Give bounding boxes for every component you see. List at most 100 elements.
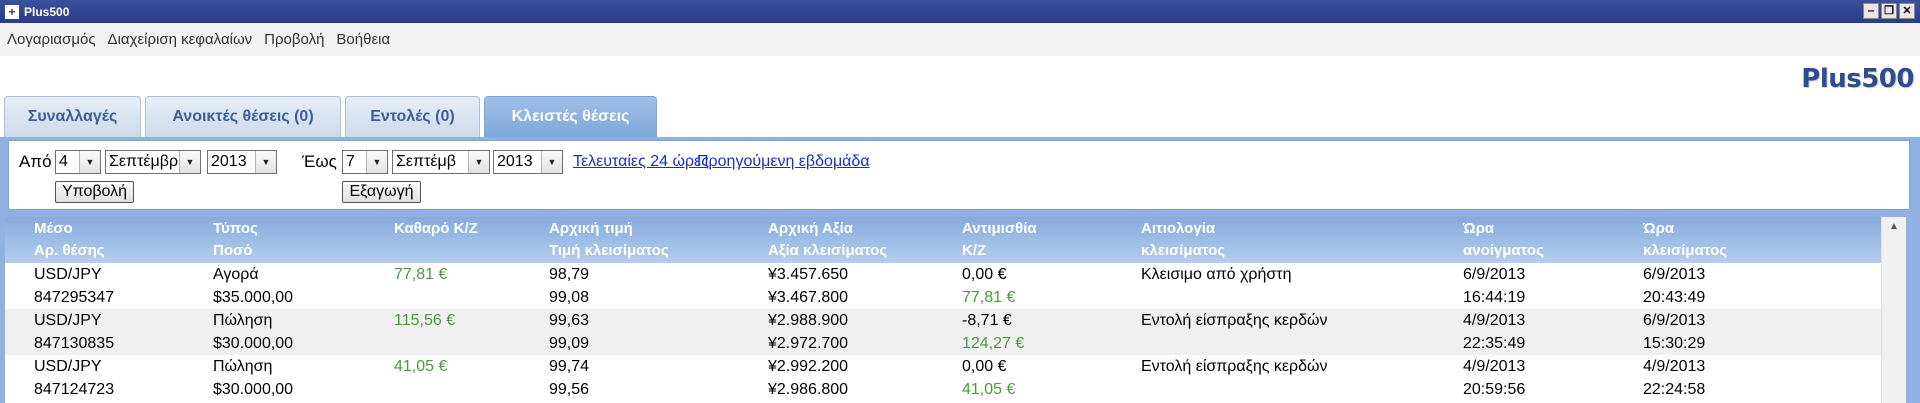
col-header-position-no[interactable]: Αρ. θέσης bbox=[34, 240, 105, 262]
to-label: Έως bbox=[302, 152, 337, 171]
cell-commission: -8,71 € bbox=[962, 312, 1012, 329]
to-day-select[interactable]: 7 ▼ bbox=[342, 150, 388, 174]
col-header-amount[interactable]: Ποσό bbox=[213, 240, 252, 262]
cell-open-price: 98,79 bbox=[549, 266, 590, 283]
cell-open-date: 6/9/2013 bbox=[1463, 266, 1526, 283]
cell-net-pl: 115,56 € bbox=[394, 312, 456, 329]
export-button[interactable]: Εξαγωγή bbox=[342, 181, 421, 203]
cell-net-pl: 41,05 € bbox=[394, 358, 448, 375]
cell-commission: 0,00 € bbox=[962, 358, 1007, 375]
cell-close-value: ¥2.972.700 bbox=[768, 335, 849, 352]
app-icon: + bbox=[5, 4, 19, 19]
title-bar: + Plus500 ‒ ❐ ✕ bbox=[0, 0, 1920, 23]
col-header-close-value[interactable]: Αξία κλεισίματος bbox=[768, 240, 887, 262]
col-header-pl[interactable]: Κ/Ζ bbox=[962, 240, 986, 262]
col-header-open-time-2[interactable]: ανοίγματος bbox=[1463, 240, 1544, 262]
scroll-up-arrow-icon[interactable]: ▲ bbox=[1882, 217, 1906, 237]
cell-instrument: USD/JPY bbox=[34, 358, 102, 375]
cell-pl: 41,05 € bbox=[962, 381, 1016, 398]
cell-close-time: 22:24:58 bbox=[1643, 381, 1706, 398]
cell-amount: $30.000,00 bbox=[213, 381, 294, 398]
cell-net-pl: 77,81 € bbox=[394, 266, 448, 283]
from-label: Από bbox=[19, 152, 52, 171]
from-month-select[interactable]: Σεπτέμβρ ▼ bbox=[105, 150, 201, 174]
chevron-down-icon: ▼ bbox=[179, 151, 200, 173]
col-header-net-pl[interactable]: Καθαρό Κ/Ζ bbox=[394, 218, 478, 240]
plus500-logo: Plus500 bbox=[1801, 64, 1914, 94]
col-header-close-reason[interactable]: Αιτιολογία bbox=[1141, 218, 1215, 240]
cell-close-price: 99,56 bbox=[549, 381, 590, 398]
col-header-commission[interactable]: Αντιμισθία bbox=[962, 218, 1037, 240]
cell-close-reason: Κλεισιμο από χρήστη bbox=[1141, 266, 1292, 283]
table-row[interactable]: USD/JPY 847295347 Αγορά $35.000,00 77,81… bbox=[5, 263, 1881, 309]
cell-close-date: 4/9/2013 bbox=[1643, 358, 1706, 375]
cell-open-time: 22:35:49 bbox=[1463, 335, 1526, 352]
cell-amount: $30.000,00 bbox=[213, 335, 294, 352]
cell-instrument: USD/JPY bbox=[34, 312, 102, 329]
chevron-down-icon: ▼ bbox=[366, 151, 387, 173]
table-vertical-scrollbar[interactable]: ▲ bbox=[1881, 217, 1906, 403]
cell-type: Πώληση bbox=[213, 312, 273, 329]
menu-funds-management[interactable]: Διαχείριση κεφαλαίων bbox=[108, 31, 253, 48]
col-header-open-value[interactable]: Αρχική Αξία bbox=[768, 218, 853, 240]
cell-type: Αγορά bbox=[213, 266, 259, 283]
close-button[interactable]: ✕ bbox=[1899, 3, 1915, 19]
cell-open-price: 99,63 bbox=[549, 312, 590, 329]
cell-type: Πώληση bbox=[213, 358, 273, 375]
col-header-close-price[interactable]: Τιμή κλεισίματος bbox=[549, 240, 669, 262]
col-header-close-reason-2[interactable]: κλεισίματος bbox=[1141, 240, 1225, 262]
menu-account[interactable]: Λογαριασμός bbox=[7, 31, 96, 48]
closed-positions-table: Μέσο Αρ. θέσης Τύπος Ποσό Καθαρό Κ/Ζ Αρχ… bbox=[5, 217, 1881, 403]
cell-pl: 124,27 € bbox=[962, 335, 1025, 352]
from-day-select[interactable]: 4 ▼ bbox=[55, 150, 101, 174]
cell-close-price: 99,08 bbox=[549, 289, 590, 306]
cell-amount: $35.000,00 bbox=[213, 289, 294, 306]
previous-week-link[interactable]: Προηγούμενη εβδομάδα bbox=[697, 153, 870, 171]
col-header-open-time[interactable]: Ώρα bbox=[1463, 218, 1494, 240]
menu-help[interactable]: Βοήθεια bbox=[336, 31, 390, 48]
cell-pl: 77,81 € bbox=[962, 289, 1016, 306]
cell-open-price: 99,74 bbox=[549, 358, 590, 375]
table-row[interactable]: USD/JPY 847130835 Πώληση $30.000,00 115,… bbox=[5, 309, 1881, 355]
tab-closed-positions[interactable]: Κλειστές θέσεις bbox=[484, 96, 657, 137]
col-header-instrument[interactable]: Μέσο bbox=[34, 218, 73, 240]
cell-close-value: ¥3.467.800 bbox=[768, 289, 849, 306]
window-title: Plus500 bbox=[24, 4, 70, 19]
to-month-select[interactable]: Σεπτέμβ ▼ bbox=[392, 150, 490, 174]
col-header-close-time[interactable]: Ώρα bbox=[1643, 218, 1674, 240]
cell-commission: 0,00 € bbox=[962, 266, 1007, 283]
menu-bar: Λογαριασμός Διαχείριση κεφαλαίων Προβολή… bbox=[0, 23, 1920, 56]
col-header-type[interactable]: Τύπος bbox=[213, 218, 258, 240]
tab-orders[interactable]: Εντολές (0) bbox=[345, 96, 480, 137]
cell-open-value: ¥3.457.650 bbox=[768, 266, 849, 283]
menu-view[interactable]: Προβολή bbox=[264, 31, 324, 48]
table-row[interactable]: USD/JPY 847124723 Πώληση $30.000,00 41,0… bbox=[5, 355, 1881, 401]
from-year-select[interactable]: 2013 ▼ bbox=[207, 150, 277, 174]
cell-close-date: 6/9/2013 bbox=[1643, 266, 1706, 283]
cell-open-time: 20:59:56 bbox=[1463, 381, 1526, 398]
cell-open-time: 16:44:19 bbox=[1463, 289, 1526, 306]
chevron-down-icon: ▼ bbox=[79, 151, 100, 173]
cell-instrument: USD/JPY bbox=[34, 266, 102, 283]
cell-position-no: 847295347 bbox=[34, 289, 115, 306]
cell-close-time: 15:30:29 bbox=[1643, 335, 1706, 352]
col-header-open-price[interactable]: Αρχική τιμή bbox=[549, 218, 633, 240]
cell-close-reason: Εντολή είσπραξης κερδών bbox=[1141, 312, 1328, 329]
chevron-down-icon: ▼ bbox=[255, 151, 276, 173]
restore-button[interactable]: ❐ bbox=[1881, 3, 1897, 19]
cell-close-reason: Εντολή είσπραξης κερδών bbox=[1141, 358, 1328, 375]
chevron-down-icon: ▼ bbox=[468, 151, 489, 173]
table-header: Μέσο Αρ. θέσης Τύπος Ποσό Καθαρό Κ/Ζ Αρχ… bbox=[5, 217, 1881, 263]
chevron-down-icon: ▼ bbox=[541, 151, 562, 173]
tab-open-positions[interactable]: Ανοικτές θέσεις (0) bbox=[145, 96, 341, 137]
cell-position-no: 847124723 bbox=[34, 381, 115, 398]
cell-close-time: 20:43:49 bbox=[1643, 289, 1706, 306]
col-header-close-time-2[interactable]: κλεισίματος bbox=[1643, 240, 1727, 262]
cell-close-price: 99,09 bbox=[549, 335, 590, 352]
tab-trades[interactable]: Συναλλαγές bbox=[4, 96, 141, 137]
submit-button[interactable]: Υποβολή bbox=[55, 181, 134, 203]
to-year-select[interactable]: 2013 ▼ bbox=[493, 150, 563, 174]
minimize-button[interactable]: ‒ bbox=[1863, 3, 1879, 19]
last-24-hours-link[interactable]: Τελευταίες 24 ώρες bbox=[573, 153, 709, 171]
cell-position-no: 847130835 bbox=[34, 335, 115, 352]
